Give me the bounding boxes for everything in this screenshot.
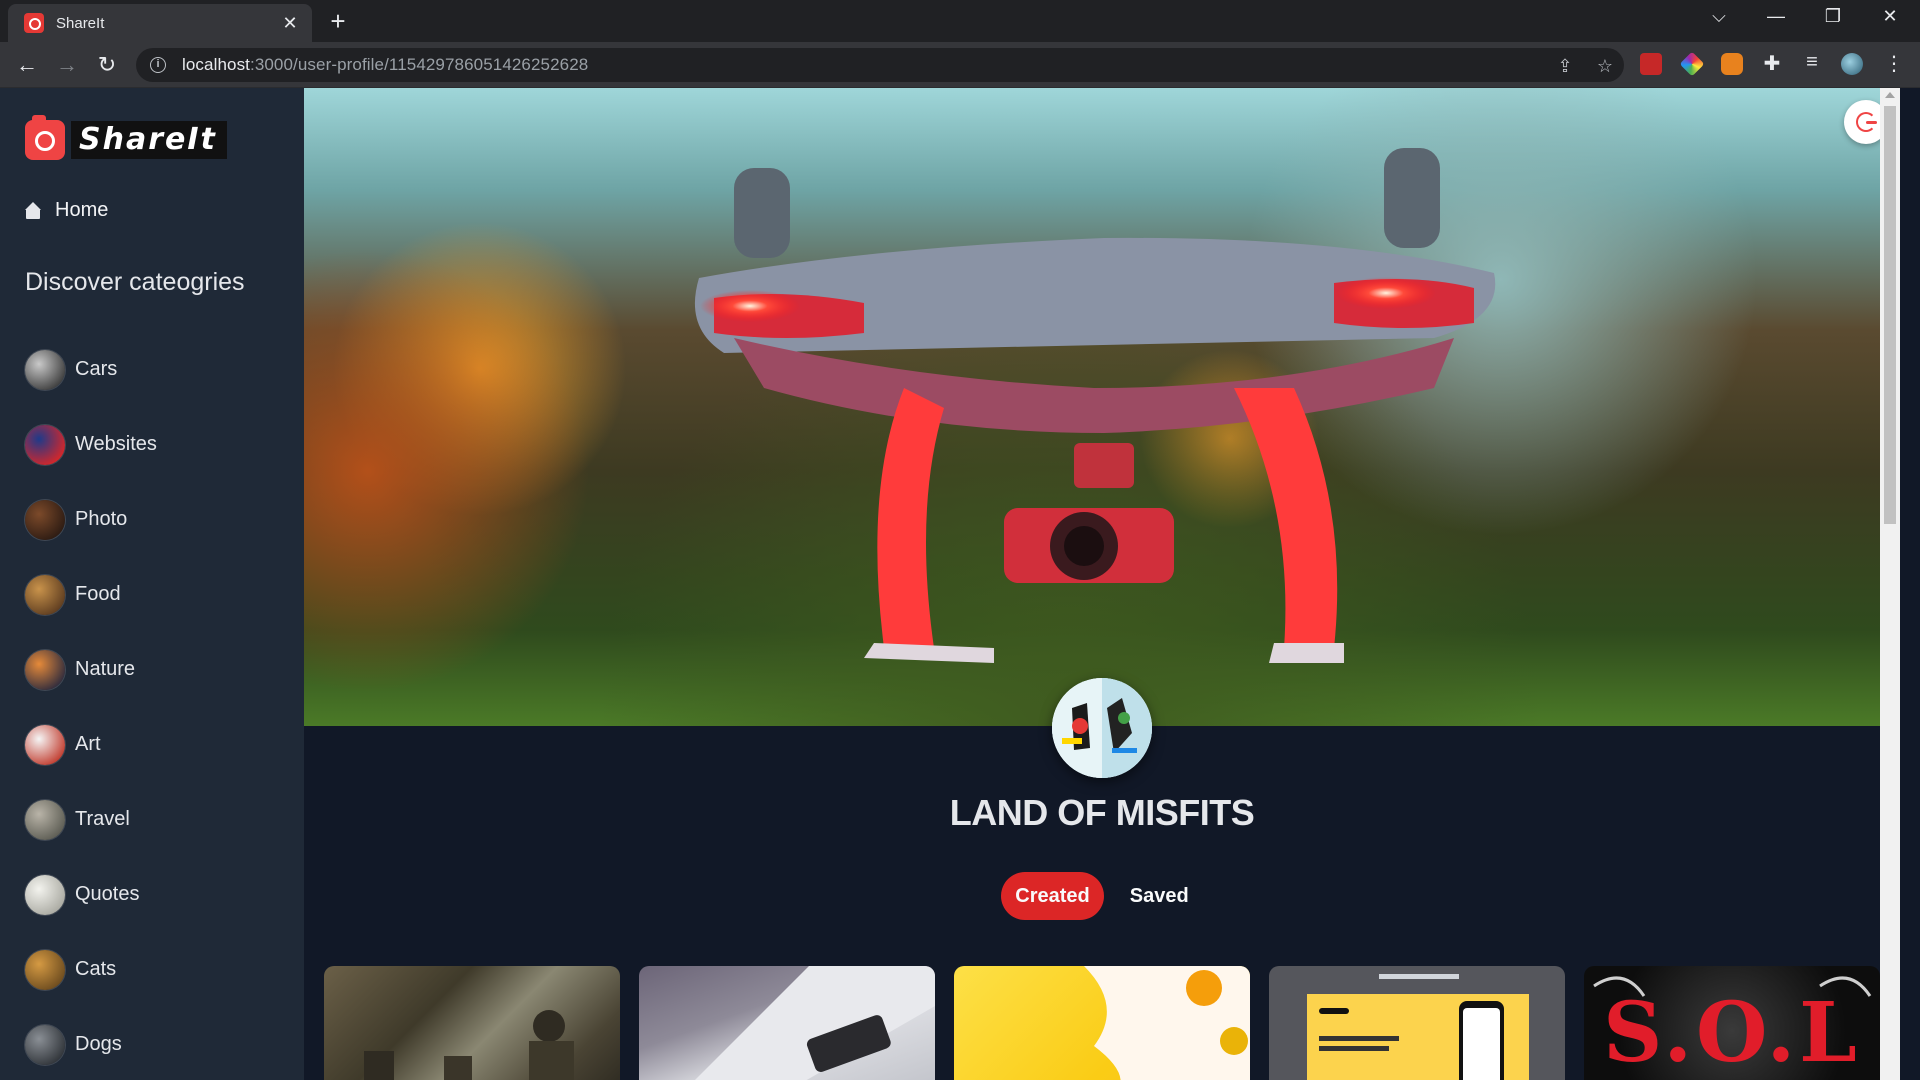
sidebar-item-label: Photo: [75, 508, 128, 530]
address-bar[interactable]: i localhost:3000/user-profile/1154297860…: [136, 48, 1624, 82]
sidebar-item-label: Dogs: [75, 1033, 122, 1055]
browser-toolbar: ← → ↻ i localhost:3000/user-profile/1154…: [0, 42, 1920, 88]
profile-main: LAND OF MISFITS Created Saved S.O.L: [304, 88, 1900, 1080]
tab-search-icon[interactable]: ⌵: [1707, 6, 1731, 27]
tab-title: ShareIt: [56, 14, 105, 32]
scrollbar-thumb[interactable]: [1884, 106, 1896, 524]
sidebar-item-cats[interactable]: Cats: [25, 932, 157, 1007]
extension-red-icon[interactable]: [1640, 53, 1662, 75]
tab-created[interactable]: Created: [1001, 872, 1104, 920]
shareit-favicon-icon: [24, 13, 44, 33]
sidebar-item-travel[interactable]: Travel: [25, 782, 157, 857]
sidebar: ShareIt Home Discover cateogries Cars We…: [0, 88, 304, 1080]
reading-list-icon[interactable]: ≡: [1801, 51, 1823, 74]
pin-image: [1307, 974, 1529, 1080]
sidebar-item-cars[interactable]: Cars: [25, 332, 157, 407]
category-list: Cars Websites Photo Food Nature Art Trav…: [25, 332, 157, 1080]
pin-card[interactable]: S.O.L: [1584, 966, 1880, 1080]
category-thumbnail: [25, 424, 65, 465]
logo-text: ShareIt: [71, 121, 227, 159]
pin-image: S.O.L: [1593, 976, 1872, 1080]
sidebar-item-nature[interactable]: Nature: [25, 632, 157, 707]
scroll-up-arrow-icon[interactable]: [1885, 92, 1895, 98]
category-thumbnail: [25, 949, 65, 990]
sidebar-item-label: Nature: [75, 658, 136, 680]
cover-image: [304, 88, 1900, 726]
category-thumbnail: [25, 574, 65, 615]
tab-saved[interactable]: Saved: [1116, 872, 1203, 920]
profile-avatar-icon[interactable]: [1841, 53, 1863, 75]
browser-titlebar: ShareIt ✕ + ⌵ — ❐ ✕: [0, 0, 1920, 42]
category-thumbnail: [25, 874, 65, 915]
profile-tabs: Created Saved: [304, 872, 1900, 920]
share-icon[interactable]: ⇪: [1554, 56, 1576, 77]
browser-tab[interactable]: ShareIt ✕: [8, 4, 312, 42]
back-button[interactable]: ←: [13, 51, 41, 79]
minimize-button[interactable]: —: [1764, 6, 1788, 27]
svg-text:S.O.L: S.O.L: [1603, 985, 1861, 1080]
url-text: localhost:3000/user-profile/115429786051…: [182, 55, 589, 74]
camera-logo-icon: [25, 115, 65, 160]
sidebar-item-label: Home: [55, 199, 109, 221]
pin-image: [364, 1010, 574, 1080]
close-window-button[interactable]: ✕: [1878, 6, 1902, 27]
metamask-fox-icon[interactable]: [1721, 53, 1743, 75]
sidebar-item-dogs[interactable]: Dogs: [25, 1007, 157, 1080]
pin-card[interactable]: [954, 966, 1250, 1080]
sidebar-item-home[interactable]: Home: [25, 199, 108, 222]
sidebar-item-label: Websites: [75, 433, 157, 455]
pin-card[interactable]: [1269, 966, 1565, 1080]
close-tab-icon[interactable]: ✕: [280, 13, 300, 34]
site-info-icon[interactable]: i: [150, 57, 166, 73]
sidebar-item-food[interactable]: Food: [25, 557, 157, 632]
sidebar-item-label: Cats: [75, 958, 117, 980]
avatar-artwork: [1052, 678, 1152, 778]
pin-card[interactable]: [324, 966, 620, 1080]
pin-grid: S.O.L: [324, 966, 1880, 1080]
category-thumbnail: [25, 1024, 65, 1065]
browser-menu-icon[interactable]: ⋮: [1883, 51, 1905, 76]
extensions-puzzle-icon[interactable]: ✚: [1761, 51, 1783, 76]
page-scrollbar[interactable]: [1880, 88, 1900, 1080]
category-thumbnail: [25, 724, 65, 765]
pin-image: [1084, 966, 1250, 1080]
category-thumbnail: [25, 499, 65, 540]
category-thumbnail: [25, 649, 65, 690]
reload-button[interactable]: ↻: [93, 51, 121, 79]
sidebar-item-label: Quotes: [75, 883, 140, 905]
sidebar-item-label: Food: [75, 583, 121, 605]
sidebar-item-photo[interactable]: Photo: [25, 482, 157, 557]
forward-button[interactable]: →: [53, 51, 81, 79]
sidebar-item-label: Cars: [75, 358, 118, 380]
shareit-logo[interactable]: ShareIt: [25, 115, 227, 160]
pin-image: [695, 966, 935, 1080]
page-viewport: ShareIt Home Discover cateogries Cars We…: [0, 88, 1920, 1080]
profile-username: LAND OF MISFITS: [949, 792, 1255, 833]
sidebar-item-websites[interactable]: Websites: [25, 407, 157, 482]
sidebar-item-label: Travel: [75, 808, 130, 830]
drone-illustration: [694, 148, 1496, 663]
sidebar-item-art[interactable]: Art: [25, 707, 157, 782]
sidebar-item-label: Art: [75, 733, 101, 755]
sidebar-item-quotes[interactable]: Quotes: [25, 857, 157, 932]
bookmark-star-icon[interactable]: ☆: [1594, 56, 1616, 77]
pin-card[interactable]: [639, 966, 935, 1080]
home-icon: [25, 201, 41, 219]
restore-button[interactable]: ❐: [1821, 6, 1845, 27]
categories-heading: Discover cateogries: [25, 268, 245, 296]
category-thumbnail: [25, 349, 65, 390]
profile-avatar: [1052, 678, 1152, 778]
category-thumbnail: [25, 799, 65, 840]
new-tab-button[interactable]: +: [326, 8, 350, 34]
